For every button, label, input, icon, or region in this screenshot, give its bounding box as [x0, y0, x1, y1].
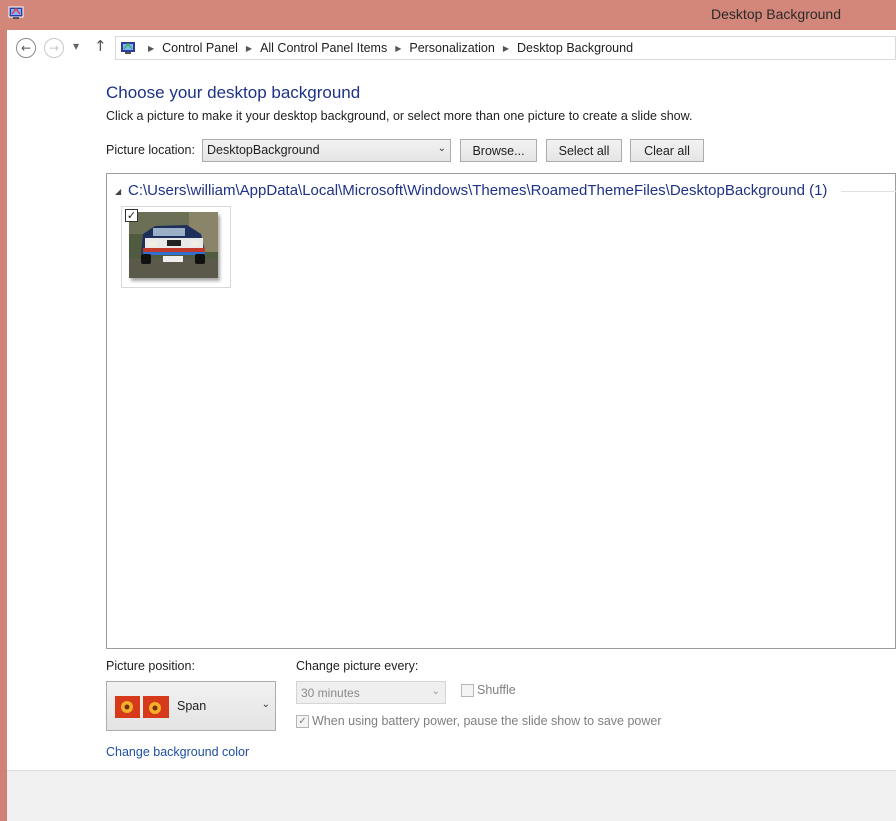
race-car-image — [129, 212, 218, 278]
change-interval-select[interactable]: 30 minutes ⌄ — [296, 681, 446, 704]
picture-gallery[interactable]: ◢ C:\Users\william\AppData\Local\Microso… — [106, 173, 896, 649]
breadcrumb-separator-icon[interactable]: ▶ — [395, 44, 401, 53]
picture-position-value: Span — [177, 699, 207, 713]
span-preview-icon — [115, 696, 169, 718]
picture-checkbox[interactable]: ✓ — [125, 209, 138, 222]
breadcrumb-separator-icon[interactable]: ▶ — [503, 44, 509, 53]
navigation-bar: ← → ▼ ↑ ▶ Control Panel ▶ All Control Pa… — [7, 30, 896, 66]
address-bar[interactable]: ▶ Control Panel ▶ All Control Panel Item… — [115, 36, 896, 60]
browse-button[interactable]: Browse... — [460, 139, 537, 162]
clear-all-button[interactable]: Clear all — [630, 139, 704, 162]
change-interval-value: 30 minutes — [301, 686, 360, 700]
shuffle-checkbox[interactable] — [461, 684, 474, 697]
control-panel-icon — [8, 6, 24, 19]
breadcrumb-separator-icon[interactable]: ▶ — [246, 44, 252, 53]
breadcrumb-control-panel[interactable]: Control Panel — [162, 41, 238, 55]
breadcrumb-separator-icon[interactable]: ▶ — [148, 44, 154, 53]
picture-position-select[interactable]: Span ⌄ — [106, 681, 276, 731]
up-one-level-button[interactable]: ↑ — [94, 37, 107, 55]
title-bar[interactable]: Desktop Background — [0, 0, 896, 30]
picture-location-label: Picture location: — [106, 143, 195, 157]
select-all-button[interactable]: Select all — [546, 139, 622, 162]
control-panel-icon — [121, 42, 135, 54]
breadcrumb-personalization[interactable]: Personalization — [409, 41, 494, 55]
change-background-color-link[interactable]: Change background color — [106, 745, 249, 759]
picture-tile[interactable]: ✓ — [121, 206, 231, 288]
breadcrumb-desktop-background[interactable]: Desktop Background — [517, 41, 633, 55]
battery-pause-label[interactable]: When using battery power, pause the slid… — [312, 714, 662, 728]
group-header-path[interactable]: C:\Users\william\AppData\Local\Microsoft… — [128, 182, 827, 199]
window-body: ← → ▼ ↑ ▶ Control Panel ▶ All Control Pa… — [7, 30, 896, 821]
breadcrumb-all-control-panel-items[interactable]: All Control Panel Items — [260, 41, 387, 55]
back-button[interactable]: ← — [16, 38, 36, 58]
group-divider — [841, 191, 896, 192]
change-interval-label: Change picture every: — [296, 659, 419, 673]
page-instruction: Click a picture to make it your desktop … — [106, 109, 693, 123]
forward-arrow-icon: → — [48, 41, 60, 55]
forward-button[interactable]: → — [44, 38, 64, 58]
picture-position-label: Picture position: — [106, 659, 195, 673]
page-title: Choose your desktop background — [106, 83, 361, 102]
collapse-group-icon[interactable]: ◢ — [115, 187, 121, 196]
picture-location-value: DesktopBackground — [207, 143, 320, 157]
picture-location-select[interactable]: DesktopBackground ⌄ — [202, 139, 451, 162]
chevron-down-icon: ⌄ — [437, 143, 446, 154]
battery-pause-checkbox[interactable]: ✓ — [296, 715, 309, 728]
back-arrow-icon: ← — [20, 41, 32, 55]
recent-locations-dropdown[interactable]: ▼ — [73, 42, 79, 51]
chevron-down-icon: ⌄ — [261, 699, 270, 710]
window-title: Desktop Background — [711, 6, 841, 22]
footer-bar — [7, 770, 896, 821]
chevron-down-icon: ⌄ — [431, 686, 440, 697]
picture-thumbnail[interactable] — [129, 212, 218, 278]
shuffle-label[interactable]: Shuffle — [477, 683, 516, 697]
